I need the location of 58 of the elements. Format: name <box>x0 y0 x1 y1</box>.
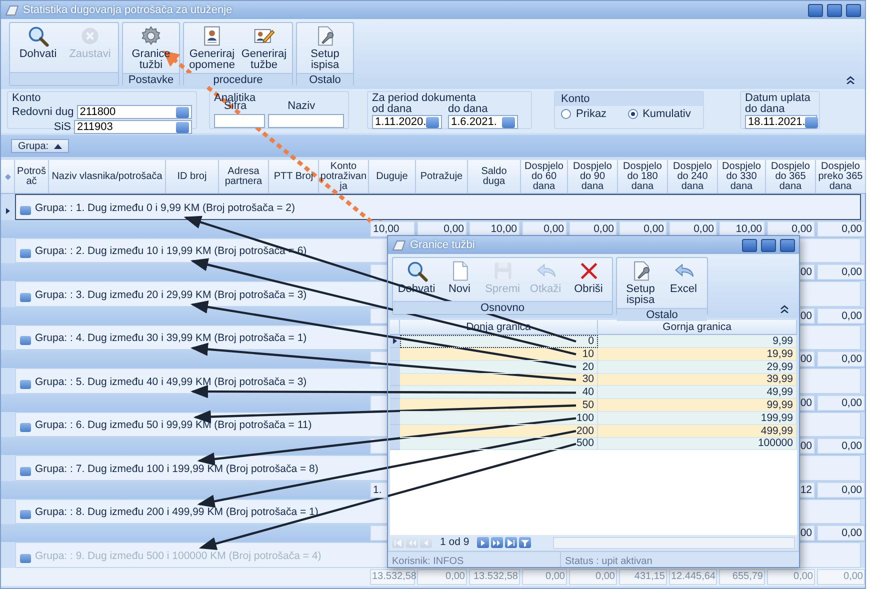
group-label: Grupa: : 6. Dug između 50 i 99,99 KM (Broj potrošača = 11) <box>35 418 312 434</box>
summary-cell: 0,00 <box>569 220 617 236</box>
total-cell: 0,00 <box>417 568 467 584</box>
field-label: SiS <box>54 120 71 135</box>
group-title: Datum uplata <box>745 92 812 104</box>
group-label: Grupa: : 9. Dug između 500 i 100000 KM (Broj potrošača = 4) <box>35 548 322 564</box>
total-cell: 0,00 <box>767 568 815 584</box>
total-cell: 0,00 <box>522 568 567 584</box>
summary-cell: 0,00 <box>817 394 865 410</box>
group-label: Ostalo <box>617 308 707 321</box>
window-title: Statistika dugovanja potrošača za utuženje <box>23 2 234 18</box>
summary-cell: 0,00 <box>767 220 815 236</box>
window-title: Granice tužbi <box>410 238 476 253</box>
summary-cell: 0,00 <box>417 220 467 236</box>
option-label: Prikaz <box>576 106 607 122</box>
summary-cell: 0,00 <box>619 220 667 236</box>
group-title: Za period dokumenta <box>372 92 477 104</box>
group-label: Postavke <box>123 73 179 86</box>
field-label: Redovni dug <box>12 104 74 120</box>
group-label: Grupa: : 4. Dug između 30 i 39,99 KM (Broj potrošača = 1) <box>35 331 307 346</box>
group-label: Grupa: : 8. Dug između 200 i 499,99 KM (Broj potrošača = 1) <box>35 505 318 520</box>
summary-cell: 0,00 <box>817 220 865 236</box>
summary-cell: 10,00 <box>719 220 765 236</box>
summary-cell: 0,00 <box>817 308 865 324</box>
summary-cell: 10,00 <box>370 220 415 236</box>
status-text: Korisnik: INFOS <box>388 552 561 567</box>
group-label: Grupa: : 5. Dug između 40 i 49,99 KM (Broj potrošača = 3) <box>35 374 307 390</box>
column-label: Naziv <box>288 98 316 114</box>
group-label: Osnovno <box>393 301 612 314</box>
total-cell: 431,15 <box>619 568 667 584</box>
group-title: Konto <box>555 92 703 106</box>
summary-cell: 0,00 <box>669 220 717 236</box>
table-cell: 100000 <box>598 437 797 450</box>
group-label: procedure <box>184 73 292 86</box>
field-label: do dana <box>745 104 785 115</box>
total-cell: 0,00 <box>817 568 865 584</box>
total-cell: 13.532,58 <box>370 568 415 584</box>
field-label: do dana <box>448 104 489 115</box>
table-cell: 500 <box>400 437 598 450</box>
total-cell: 0,00 <box>569 568 617 584</box>
summary-cell: 0,00 <box>817 525 865 541</box>
group-label: Grupa: : 3. Dug između 20 i 29,99 KM (Broj potrošača = 3) <box>35 288 307 303</box>
option-label: Kumulativ <box>642 106 691 122</box>
summary-cell: 10,00 <box>469 220 520 236</box>
total-cell: 13.532,58 <box>469 568 520 584</box>
status-text: Status : upit aktivan <box>564 555 654 567</box>
summary-cell: 0,00 <box>817 264 865 280</box>
summary-cell: 0,00 <box>817 351 865 367</box>
group-label: Grupa: : 7. Dug između 100 i 199,99 KM (Broj potrošača = 8) <box>35 462 318 477</box>
summary-cell: 0,00 <box>817 438 865 454</box>
summary-cell: 0,00 <box>817 482 865 498</box>
field-label: od dana <box>372 104 412 115</box>
summary-cell: 0,00 <box>522 220 567 236</box>
group-label: Grupa: : 1. Dug između 0 i 9,99 KM (Broj potrošača = 2) <box>35 200 295 216</box>
total-cell: 12.445,64 <box>669 568 717 584</box>
group-label: Ostalo <box>297 73 353 86</box>
total-cell: 655,79 <box>719 568 765 584</box>
group-title: Konto <box>12 92 42 104</box>
